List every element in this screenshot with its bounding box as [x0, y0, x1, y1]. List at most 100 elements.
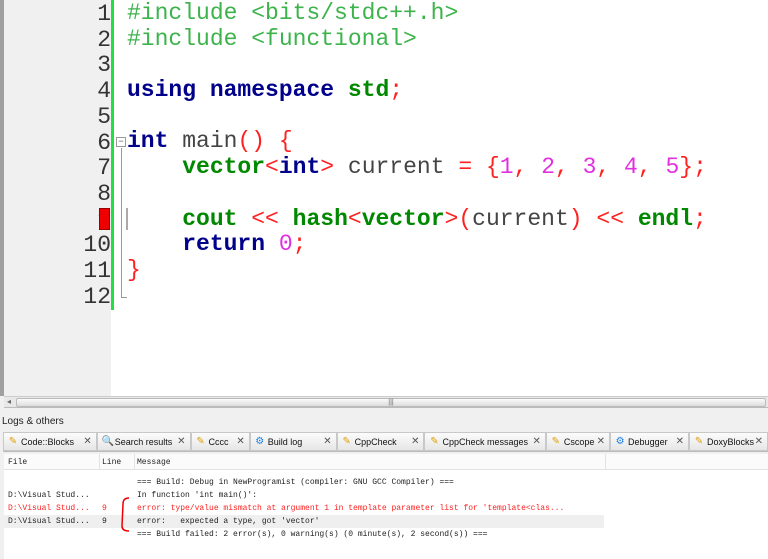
- code-line[interactable]: #include <functional>: [127, 26, 707, 52]
- line-number: 3: [97, 52, 111, 79]
- tab-build-log[interactable]: ⚙ Build log ✕: [249, 432, 337, 451]
- close-icon[interactable]: ✕: [597, 436, 605, 447]
- scrollbar-thumb[interactable]: |||: [16, 398, 766, 407]
- cell-message: In function 'int main()':: [137, 491, 258, 500]
- code-token: hash: [292, 205, 348, 232]
- line-number: 8: [97, 180, 111, 207]
- red-annotation-bracket: [121, 497, 130, 532]
- code-line[interactable]: }: [127, 257, 707, 283]
- close-icon[interactable]: ✕: [83, 436, 91, 447]
- line-number: 2: [97, 26, 111, 53]
- cell-file: D:\Visual Stud...: [8, 504, 90, 513]
- code-token: current: [334, 154, 459, 181]
- code-line[interactable]: using namespace std;: [127, 77, 707, 103]
- cell-line: 9: [102, 517, 107, 526]
- tab-label: Cscope: [563, 436, 595, 447]
- code-line[interactable]: int main() {: [127, 128, 707, 154]
- code-editor[interactable]: 123456789101112 − #include <bits/stdc++.…: [0, 0, 768, 396]
- column-line[interactable]: Line: [102, 458, 121, 467]
- tab-label: CppCheck messages: [442, 436, 529, 447]
- code-token: namespace: [209, 77, 335, 104]
- code-token: };: [679, 154, 707, 181]
- code-token: int: [127, 128, 169, 155]
- code-token: cout: [182, 205, 238, 232]
- tab-code-blocks[interactable]: ✎ Code::Blocks ✕: [3, 432, 97, 451]
- code-line[interactable]: return 0;: [127, 231, 707, 257]
- code-token: int: [278, 154, 321, 181]
- horizontal-scrollbar[interactable]: ◂ |||: [4, 396, 768, 408]
- code-token: ,: [555, 154, 583, 181]
- tab-label: Debugger: [628, 436, 668, 447]
- table-header: File Line Message: [4, 454, 768, 470]
- line-number: 10: [83, 232, 111, 259]
- tab-search-results[interactable]: 🔍 Search results ✕: [96, 432, 191, 451]
- column-message[interactable]: Message: [137, 458, 171, 467]
- code-token: ;: [389, 77, 404, 104]
- line-number: 5: [97, 103, 111, 130]
- cell-message: error: expected a type, got 'vector': [137, 517, 320, 526]
- code-token: }: [127, 256, 141, 283]
- cell-message: error: type/value mismatch at argument 1…: [137, 504, 565, 513]
- line-number: 12: [83, 283, 111, 310]
- close-icon[interactable]: ✕: [236, 436, 244, 447]
- close-icon[interactable]: ✕: [177, 436, 185, 447]
- close-icon[interactable]: ✕: [755, 436, 763, 447]
- cell-message: === Build failed: 2 error(s), 0 warning(…: [137, 530, 488, 539]
- code-token: #include <functional>: [127, 25, 417, 52]
- code-token: ): [568, 205, 583, 232]
- code-line[interactable]: [127, 103, 707, 129]
- code-token: >(: [444, 205, 473, 232]
- panel-title: Logs & others: [2, 416, 64, 427]
- table-row[interactable]: === Build: Debug in NewProgramist (compi…: [4, 476, 768, 489]
- code-text[interactable]: #include <bits/stdc++.h> #include <functi…: [127, 0, 707, 308]
- magnifier-icon: 🔍: [101, 435, 115, 447]
- code-token: 1: [499, 154, 514, 181]
- close-icon[interactable]: ✕: [323, 436, 331, 447]
- close-icon[interactable]: ✕: [411, 436, 419, 447]
- code-token: endl: [637, 205, 694, 232]
- tab-debugger[interactable]: ⚙ Debugger ✕: [610, 432, 690, 451]
- code-line[interactable]: #include <bits/stdc++.h>: [127, 0, 707, 26]
- pencil-icon: ✎: [430, 435, 439, 447]
- code-line[interactable]: cout << hash<vector>(current) << endl;: [127, 206, 707, 232]
- code-token: vector: [361, 205, 445, 232]
- line-number: 7: [97, 155, 111, 182]
- fold-line: [121, 148, 122, 298]
- code-token: ,: [637, 154, 666, 181]
- close-icon[interactable]: ✕: [532, 436, 540, 447]
- pencil-icon: ✎: [196, 435, 205, 447]
- tab-cppcheck-messages[interactable]: ✎ CppCheck messages ✕: [424, 432, 546, 451]
- tab-label: Search results: [114, 436, 173, 447]
- code-token: ;: [693, 205, 707, 232]
- fold-toggle-icon[interactable]: −: [116, 137, 126, 147]
- code-token: <<: [251, 205, 279, 232]
- code-line[interactable]: vector<int> current = {1, 2, 3, 4, 5};: [127, 154, 707, 180]
- tab-cccc[interactable]: ✎ Cccc ✕: [190, 432, 250, 451]
- line-number-gutter: 123456789101112: [4, 0, 111, 396]
- code-token: std: [347, 77, 390, 104]
- code-line[interactable]: [127, 180, 707, 206]
- table-row[interactable]: D:\Visual Stud... 9 error: expected a type…: [4, 515, 604, 528]
- code-line[interactable]: [127, 51, 707, 77]
- cell-line: 9: [102, 504, 107, 513]
- tab-cppcheck[interactable]: ✎ CppCheck ✕: [336, 432, 425, 451]
- tab-cscope[interactable]: ✎ Cscope ✕: [545, 432, 611, 451]
- code-token: {: [278, 128, 293, 155]
- error-marker: [99, 208, 110, 230]
- tab-doxyblocks[interactable]: ✎ DoxyBlocks ✕: [689, 432, 768, 451]
- code-token: {: [485, 154, 500, 181]
- column-file[interactable]: File: [8, 458, 27, 467]
- close-icon[interactable]: ✕: [676, 436, 684, 447]
- code-token: <<: [596, 205, 624, 232]
- scroll-left-icon[interactable]: ◂: [4, 397, 14, 408]
- code-token: current: [472, 205, 569, 232]
- code-token: =: [458, 154, 473, 181]
- line-number: 6: [97, 129, 111, 156]
- code-line[interactable]: [127, 283, 707, 309]
